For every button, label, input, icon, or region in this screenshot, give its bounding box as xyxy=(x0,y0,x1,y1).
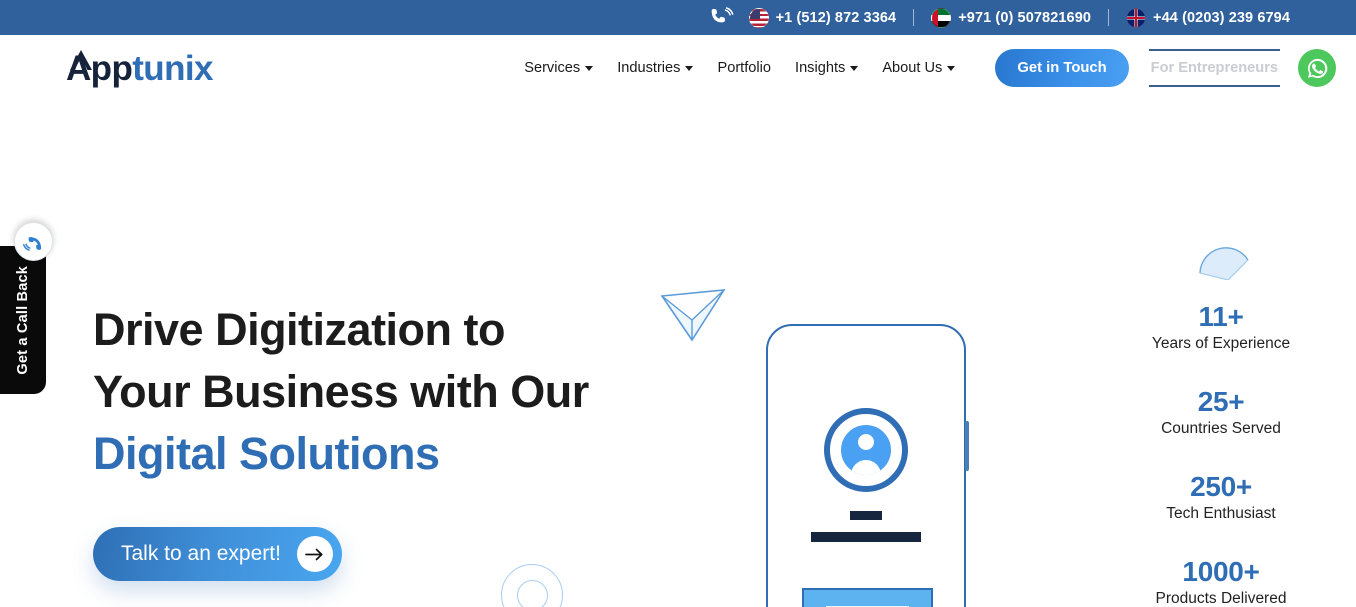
divider xyxy=(1108,9,1110,26)
stat-label: Years of Experience xyxy=(1151,335,1291,352)
flag-uae-icon xyxy=(931,7,952,28)
logo-part-tunix: tunix xyxy=(132,48,213,88)
stat-value: 25+ xyxy=(1197,386,1245,418)
phone-ring-icon xyxy=(709,6,735,29)
top-contact-bar: +1 (512) 872 3364 +971 (0) 507821690 +44… xyxy=(0,0,1356,35)
headline-line-1: Drive Digitization to xyxy=(93,304,506,355)
contact-us[interactable]: +1 (512) 872 3364 xyxy=(748,7,897,28)
flag-uk-icon xyxy=(1126,7,1147,28)
stat-products-delivered: 1000+ Products Delivered xyxy=(1086,554,1356,607)
nav-item-industries[interactable]: Industries xyxy=(617,60,694,76)
phone-side-button xyxy=(965,421,969,471)
nav-label: Services xyxy=(524,60,581,76)
phone-call-icon[interactable] xyxy=(14,222,53,261)
top-contact-bar-inner: +1 (512) 872 3364 +971 (0) 507821690 +44… xyxy=(709,6,1290,29)
arrow-right-icon xyxy=(296,536,333,572)
user-avatar-icon xyxy=(824,408,908,492)
talk-to-expert-button[interactable]: Talk to an expert! xyxy=(93,527,342,581)
placeholder-bar-small xyxy=(850,511,882,520)
contact-uae[interactable]: +971 (0) 507821690 xyxy=(931,7,1091,28)
get-a-call-back-tab[interactable]: Get a Call Back xyxy=(0,222,53,394)
talk-to-expert-label: Talk to an expert! xyxy=(121,542,281,565)
stat-countries-served: 25+ Countries Served xyxy=(1086,384,1356,439)
stat-label: Countries Served xyxy=(1161,420,1281,438)
whatsapp-icon[interactable] xyxy=(1298,49,1336,87)
headline-line-2: Your Business with Our xyxy=(93,366,589,418)
nav-label: Portfolio xyxy=(717,60,772,76)
placeholder-bar-large xyxy=(811,532,921,542)
contact-uk[interactable]: +44 (0203) 239 6794 xyxy=(1126,7,1290,28)
stat-value: 1000+ xyxy=(1182,556,1260,588)
nav-label: Industries xyxy=(617,60,681,76)
nav-item-services[interactable]: Services xyxy=(524,60,594,76)
page-title: Drive Digitization to Your Business with… xyxy=(93,299,589,485)
logo-text: Apptunix xyxy=(66,48,213,88)
statistics-panel: 11+ Years of Experience 25+ Countries Se… xyxy=(1086,299,1356,607)
chevron-down-icon xyxy=(685,65,694,71)
nav-item-portfolio[interactable]: Portfolio xyxy=(717,60,771,76)
get-a-call-back-label: Get a Call Back xyxy=(15,265,31,375)
nav-label: About Us xyxy=(882,60,943,76)
chevron-down-icon xyxy=(947,65,956,71)
chevron-down-icon xyxy=(585,65,594,71)
logo-caret-icon xyxy=(68,42,94,77)
phone-number-us[interactable]: +1 (512) 872 3364 xyxy=(776,10,897,26)
phone-number-uk[interactable]: +44 (0203) 239 6794 xyxy=(1153,10,1290,26)
chevron-down-icon xyxy=(850,65,859,71)
nav-label: Insights xyxy=(795,60,846,76)
stat-years-of-experience: 11+ Years of Experience xyxy=(1086,299,1356,354)
nav-item-about-us[interactable]: About Us xyxy=(882,60,956,76)
site-header: Apptunix Services Industries Portfolio I… xyxy=(0,35,1356,101)
concentric-circles-decoration xyxy=(501,564,574,607)
stat-label: Tech Enthusiast xyxy=(1166,505,1276,523)
stat-label: Products Delivered xyxy=(1155,590,1287,607)
phone-illustration xyxy=(766,324,969,607)
flag-us-icon xyxy=(748,7,769,28)
hero-section: Drive Digitization to Your Business with… xyxy=(0,101,1356,607)
for-entrepreneurs-link[interactable]: For Entrepreneurs xyxy=(1148,49,1280,87)
phone-number-uae[interactable]: +971 (0) 507821690 xyxy=(958,10,1091,26)
nav-item-insights[interactable]: Insights xyxy=(795,60,859,76)
stat-value: 250+ xyxy=(1190,471,1252,503)
content-card xyxy=(802,588,933,607)
site-logo[interactable]: Apptunix xyxy=(66,44,213,92)
stat-tech-enthusiast: 250+ Tech Enthusiast xyxy=(1086,469,1356,524)
headline-accent: Digital Solutions xyxy=(93,428,440,480)
main-navigation: Services Industries Portfolio Insights A… xyxy=(524,49,1356,87)
half-dome-decoration xyxy=(1198,240,1250,281)
stat-value: 11+ xyxy=(1198,301,1244,332)
divider xyxy=(913,9,915,26)
get-in-touch-button[interactable]: Get in Touch xyxy=(995,49,1129,87)
pyramid-wireframe-decoration xyxy=(658,276,728,346)
